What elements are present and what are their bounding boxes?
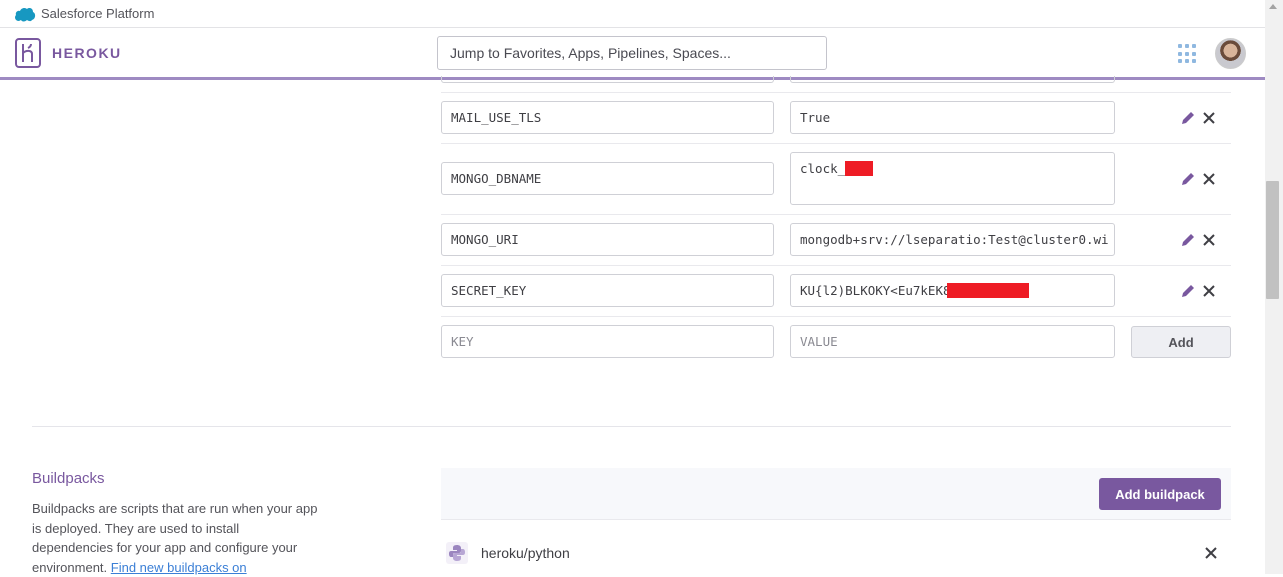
edit-pencil-icon[interactable] <box>1180 232 1196 248</box>
config-key-field[interactable]: MAIL_USE_TLS <box>441 101 774 134</box>
python-icon <box>446 542 468 564</box>
config-key-field[interactable]: SECRET_KEY <box>441 274 774 307</box>
config-value-field[interactable]: clock_ <box>790 152 1115 205</box>
section-divider <box>32 426 1231 427</box>
buildpack-name: heroku/python <box>481 545 570 561</box>
user-avatar[interactable] <box>1215 38 1246 69</box>
delete-x-icon[interactable] <box>1203 112 1215 124</box>
config-value-field-partial[interactable] <box>790 76 1115 83</box>
buildpacks-description: Buildpacks are scripts that are run when… <box>32 499 322 577</box>
delete-x-icon[interactable] <box>1203 173 1215 185</box>
buildpacks-title: Buildpacks <box>32 470 105 487</box>
delete-x-icon[interactable] <box>1203 285 1215 297</box>
edit-pencil-icon[interactable] <box>1180 171 1196 187</box>
heroku-brand-text[interactable]: HEROKU <box>52 45 122 61</box>
new-config-var-row: KEY VALUE Add <box>441 317 1231 367</box>
delete-x-icon[interactable] <box>1203 234 1215 246</box>
salesforce-platform-bar: Salesforce Platform <box>0 0 1265 28</box>
config-key-field[interactable]: MONGO_URI <box>441 223 774 256</box>
config-var-row: MAIL_USE_TLS True <box>441 93 1231 144</box>
config-var-row: MONGO_DBNAME clock_ <box>441 144 1231 215</box>
heroku-logo-icon[interactable] <box>15 38 41 68</box>
add-buildpack-button[interactable]: Add buildpack <box>1099 478 1221 510</box>
config-key-field-partial[interactable] <box>441 76 774 83</box>
remove-buildpack-x-icon[interactable] <box>1205 547 1217 559</box>
config-var-row-partial <box>441 76 1231 93</box>
edit-pencil-icon[interactable] <box>1180 110 1196 126</box>
new-key-input[interactable]: KEY <box>441 325 774 358</box>
scrollbar-thumb[interactable] <box>1266 181 1279 299</box>
config-var-row: MONGO_URI mongodb+srv://lseparatio:Test@… <box>441 215 1231 266</box>
heroku-header: HEROKU <box>0 28 1265 80</box>
config-value-text: KU{l2)BLKOKY<Eu7kEK8 <box>800 283 951 298</box>
find-buildpacks-link[interactable]: Find new buildpacks on <box>111 560 247 575</box>
buildpacks-toolbar: Add buildpack <box>441 468 1231 520</box>
search-input[interactable] <box>437 36 827 70</box>
config-value-field[interactable]: mongodb+srv://lseparatio:Test@cluster0.w… <box>790 223 1115 256</box>
new-value-input[interactable]: VALUE <box>790 325 1115 358</box>
platform-title: Salesforce Platform <box>41 6 155 21</box>
buildpack-item: heroku/python <box>441 537 1231 569</box>
config-value-field[interactable]: KU{l2)BLKOKY<Eu7kEK8 <box>790 274 1115 307</box>
config-key-field[interactable]: MONGO_DBNAME <box>441 162 774 195</box>
salesforce-cloud-icon <box>14 7 36 21</box>
config-value-field[interactable]: True <box>790 101 1115 134</box>
config-value-text: clock_ <box>800 161 846 176</box>
add-config-var-button[interactable]: Add <box>1131 326 1231 358</box>
apps-menu-icon[interactable] <box>1178 44 1198 64</box>
edit-pencil-icon[interactable] <box>1180 283 1196 299</box>
redaction-mark <box>946 283 1029 298</box>
scroll-up-arrow-icon[interactable] <box>1269 4 1277 9</box>
config-var-row: SECRET_KEY KU{l2)BLKOKY<Eu7kEK8 <box>441 266 1231 317</box>
redaction-mark <box>845 161 874 176</box>
